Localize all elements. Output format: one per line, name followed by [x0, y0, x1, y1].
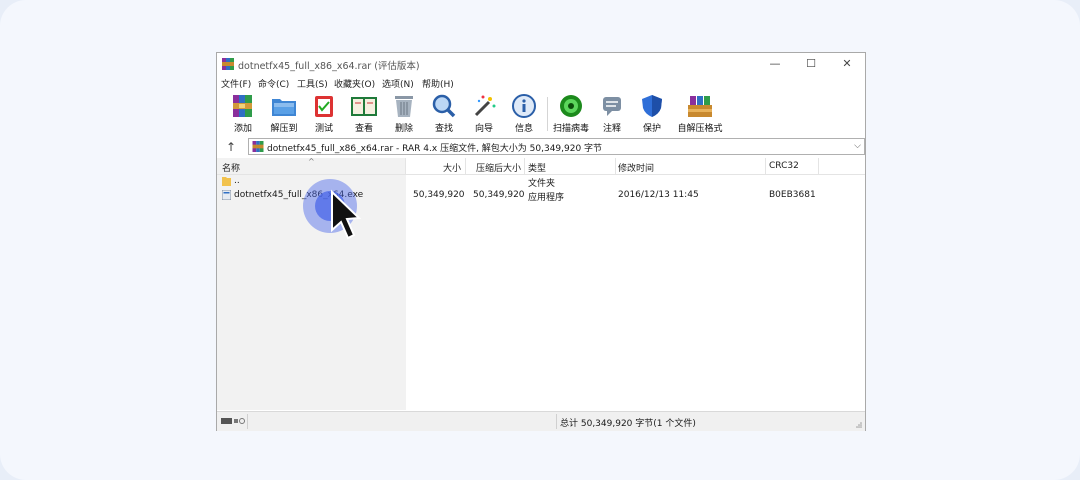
- test-clipboard-icon: [315, 96, 333, 117]
- resize-grip-icon[interactable]: [855, 421, 863, 429]
- row-packed: 50,349,920: [473, 190, 525, 200]
- toolbar-wizard-label: 向导: [474, 124, 493, 134]
- status-divider: [247, 414, 248, 429]
- status-summary: 总计 50,349,920 字节(1 个文件): [560, 419, 696, 429]
- sfx-boxes-icon: [688, 96, 712, 117]
- toolbar-delete-button[interactable]: 删除: [387, 93, 421, 135]
- toolbar-add-button[interactable]: 添加: [226, 93, 260, 135]
- info-icon: [512, 94, 536, 118]
- menu-command[interactable]: 命令(C): [258, 77, 289, 90]
- view-book-icon: [351, 97, 377, 116]
- toolbar-info-label: 信息: [514, 124, 533, 134]
- toolbar-sfx-button[interactable]: 自解压格式: [675, 93, 725, 135]
- status-bar: 总计 50,349,920 字节(1 个文件): [217, 411, 865, 431]
- address-bar: ↑ dotnetfx45_full_x86_x64.rar - RAR 4.x …: [217, 137, 865, 157]
- toolbar-comment-button[interactable]: 注释: [595, 93, 629, 135]
- path-field[interactable]: dotnetfx45_full_x86_x64.rar - RAR 4.x 压缩…: [248, 138, 865, 155]
- toolbar-virus-scan-label: 扫描病毒: [552, 124, 589, 134]
- column-header-crc[interactable]: CRC32: [769, 161, 799, 171]
- column-header-name[interactable]: 名称: [222, 161, 240, 174]
- column-header-packed[interactable]: 压缩后大小: [476, 161, 521, 174]
- window-title: dotnetfx45_full_x86_x64.rar (评估版本): [238, 61, 420, 72]
- row-type: 应用程序: [528, 193, 565, 203]
- toolbar-find-label: 查找: [434, 124, 453, 134]
- folder-icon: [222, 177, 231, 186]
- winrar-app-icon: [222, 58, 234, 70]
- toolbar-comment-label: 注释: [602, 124, 621, 134]
- toolbar-extract-label: 解压到: [270, 124, 298, 134]
- minimize-button[interactable]: —: [757, 53, 793, 75]
- toolbar-protect-label: 保护: [642, 124, 661, 134]
- wizard-wand-icon: [474, 95, 496, 117]
- archive-icon: [252, 141, 264, 152]
- extract-folder-icon: [272, 99, 296, 116]
- menu-options[interactable]: 选项(N): [382, 77, 414, 90]
- row-modified: 2016/12/13 11:45: [618, 190, 699, 200]
- up-folder-button[interactable]: ↑: [223, 139, 239, 155]
- toolbar-view-button[interactable]: 查看: [347, 93, 381, 135]
- click-highlight: [302, 178, 364, 244]
- comment-icon: [603, 97, 621, 116]
- drive-status-icon: [221, 418, 245, 424]
- column-divider: [465, 158, 466, 174]
- add-archive-icon: [233, 95, 252, 117]
- virus-scan-icon: [560, 95, 582, 117]
- trash-icon: [395, 96, 413, 117]
- row-crc: B0EB3681: [769, 190, 816, 200]
- chevron-down-icon[interactable]: ⌵: [854, 141, 861, 151]
- column-divider: [615, 158, 616, 174]
- menu-favorites[interactable]: 收藏夹(O): [334, 77, 375, 90]
- toolbar-view-label: 查看: [354, 124, 373, 134]
- row-size: 50,349,920: [413, 190, 465, 200]
- shield-icon: [642, 95, 662, 117]
- row-name: ..: [234, 176, 240, 186]
- toolbar-extract-button[interactable]: 解压到: [266, 93, 302, 135]
- column-divider: [405, 158, 406, 174]
- exe-file-icon: [222, 190, 231, 200]
- status-divider: [556, 414, 557, 429]
- toolbar-delete-label: 删除: [394, 124, 413, 134]
- menu-file[interactable]: 文件(F): [221, 77, 251, 90]
- column-divider: [524, 158, 525, 174]
- toolbar-sfx-label: 自解压格式: [677, 124, 723, 134]
- toolbar-add-label: 添加: [233, 124, 252, 134]
- menu-help[interactable]: 帮助(H): [422, 77, 454, 90]
- mouse-cursor-icon: [303, 179, 362, 240]
- title-bar: dotnetfx45_full_x86_x64.rar (评估版本) — ☐ ✕: [217, 53, 865, 75]
- toolbar-find-button[interactable]: 查找: [427, 93, 461, 135]
- toolbar-wizard-button[interactable]: 向导: [467, 93, 501, 135]
- sort-indicator-icon: ^: [308, 157, 315, 166]
- menu-tools[interactable]: 工具(S): [297, 77, 328, 90]
- toolbar-info-button[interactable]: 信息: [507, 93, 541, 135]
- column-divider: [765, 158, 766, 174]
- toolbar-test-button[interactable]: 测试: [307, 93, 341, 135]
- maximize-button[interactable]: ☐: [793, 53, 829, 75]
- menu-bar: 文件(F) 命令(C) 工具(S) 收藏夹(O) 选项(N) 帮助(H): [217, 75, 865, 91]
- close-button[interactable]: ✕: [829, 53, 865, 75]
- list-header: 名称 ^ 大小 压缩后大小 类型 修改时间 CRC32: [217, 157, 865, 175]
- column-divider: [818, 158, 819, 174]
- toolbar-protect-button[interactable]: 保护: [635, 93, 669, 135]
- toolbar-test-label: 测试: [314, 124, 333, 134]
- column-header-modified[interactable]: 修改时间: [618, 161, 654, 174]
- column-header-size[interactable]: 大小: [443, 161, 461, 174]
- column-header-type[interactable]: 类型: [528, 161, 546, 174]
- magnifier-icon: [432, 94, 456, 118]
- toolbar: 添加 解压到 测试 查看 删除 查找 向导 信息 扫描病毒 注释 保护 自解压格…: [217, 91, 865, 137]
- toolbar-virus-scan-button[interactable]: 扫描病毒: [551, 93, 591, 135]
- toolbar-separator: [547, 97, 548, 131]
- path-text: dotnetfx45_full_x86_x64.rar - RAR 4.x 压缩…: [267, 144, 603, 154]
